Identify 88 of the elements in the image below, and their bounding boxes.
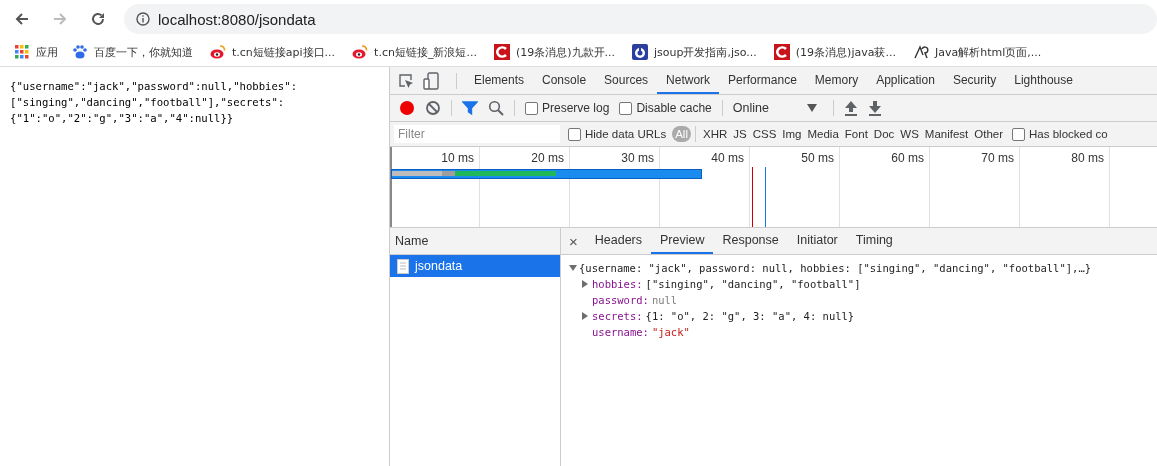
search-icon[interactable] [488, 100, 504, 116]
bookmark-link[interactable]: Java解析html页面,... [912, 44, 1042, 60]
device-icon[interactable] [423, 71, 439, 90]
bookmark-link[interactable]: t.cn短链接api接口... [210, 44, 336, 60]
close-button[interactable]: × [567, 228, 586, 254]
detail-tab[interactable]: Headers [585, 228, 651, 254]
bookmark-link[interactable]: (19条消息)java获... [773, 44, 896, 60]
property-value: "jack" [651, 326, 690, 338]
throttling-dropdown[interactable]: Online [732, 101, 823, 115]
type-filter-button[interactable]: CSS [749, 126, 780, 142]
time-tick-label: 20 ms [531, 151, 564, 165]
document-icon [397, 258, 409, 274]
filter-icon[interactable] [462, 100, 478, 116]
load-marker-line [752, 167, 753, 227]
type-filter-button[interactable]: WS [897, 126, 922, 142]
expanded-triangle-icon[interactable] [569, 264, 577, 272]
hide-data-urls-checkbox[interactable]: Hide data URLs [568, 127, 667, 141]
c-logo-icon [773, 44, 790, 60]
time-tick-label: 70 ms [981, 151, 1014, 165]
clear-icon[interactable] [425, 100, 441, 116]
devtools-tab[interactable]: Lighthouse [1005, 67, 1082, 94]
type-filter-button[interactable]: Media [804, 126, 842, 142]
json-summary: {username: "jack", password: null, hobbies: ["singing", "dancing", "football"],…} [579, 262, 1092, 274]
c-logo-icon [493, 44, 510, 60]
bookmark-link[interactable]: 百度一下，你就知道 [72, 44, 193, 60]
devtools-tab[interactable]: Console [533, 67, 596, 94]
preserve-log-checkbox[interactable]: Preserve log [525, 101, 610, 115]
column-header: Name [390, 228, 560, 255]
address-bar[interactable]: localhost:8080/jsondata [124, 4, 1157, 34]
apps-grid-icon [14, 44, 30, 60]
time-tick-label: 60 ms [891, 151, 924, 165]
property-value: {1: "o", 2: "g", 3: "a", 4: null} [645, 310, 855, 322]
time-tick-label: 10 ms [441, 151, 474, 165]
devtools-tab[interactable]: Application [867, 67, 944, 94]
info-icon [136, 12, 150, 26]
json-text-line: ["singing","dancing","football"],"secrets": [10, 95, 286, 110]
back-button[interactable] [14, 11, 30, 27]
property-key: username: [592, 326, 649, 338]
weibo-eye-icon [210, 44, 226, 60]
detail-tab[interactable]: Response [713, 228, 788, 254]
type-filter-button[interactable]: XHR [699, 126, 731, 142]
json-text-line: {"1":"o","2":"g","3":"a","4":null}} [10, 111, 235, 126]
sketch-glyph-icon [912, 44, 929, 60]
type-filter-button[interactable]: Other [971, 126, 1007, 142]
record-button[interactable] [399, 100, 415, 116]
property-key: secrets: [592, 310, 643, 322]
property-key: password: [592, 294, 649, 306]
time-tick-label: 80 ms [1071, 151, 1104, 165]
property-value: ["singing", "dancing", "football"] [645, 278, 861, 290]
devtools-tab[interactable]: Memory [805, 67, 868, 94]
url-text: localhost:8080/jsondata [158, 10, 316, 28]
property-value: null [651, 294, 678, 306]
paw-icon [72, 44, 88, 60]
request-row[interactable]: jsondata [390, 255, 560, 277]
type-filter-button[interactable]: Doc [870, 126, 898, 142]
collapsed-triangle-icon[interactable] [581, 312, 589, 320]
detail-tab[interactable]: Initiator [787, 228, 847, 254]
type-filter-button[interactable]: JS [730, 126, 750, 142]
devtools-tab[interactable]: Security [943, 67, 1006, 94]
devtools-tab[interactable]: Sources [595, 67, 658, 94]
reload-button[interactable] [90, 11, 106, 27]
json-text-line: {"username":"jack","password":null,"hobbies": [10, 79, 298, 94]
circle-logo-icon [632, 44, 648, 60]
dropdown-caret-icon [806, 104, 817, 112]
detail-tab[interactable]: Preview [651, 228, 714, 254]
bookmark-link[interactable]: t.cn短链接_新浪短... [352, 44, 477, 60]
dom-marker-line [765, 167, 766, 227]
detail-tab[interactable]: Timing [846, 228, 902, 254]
devtools-tab[interactable]: Performance [719, 67, 806, 94]
filter-field[interactable]: Filter [394, 125, 560, 143]
collapsed-triangle-icon[interactable] [581, 280, 589, 288]
bookmark-link[interactable]: 应用 [14, 44, 58, 60]
download-icon[interactable] [867, 100, 882, 116]
disable-cache-checkbox[interactable]: Disable cache [619, 101, 712, 115]
time-tick-label: 30 ms [621, 151, 654, 165]
inspect-icon[interactable] [398, 72, 414, 89]
type-filter-button[interactable]: Font [841, 126, 871, 142]
bookmark-link[interactable]: jsoup开发指南,jso... [632, 44, 757, 60]
property-key: hobbies: [592, 278, 643, 290]
bookmark-link[interactable]: (19条消息)九款开... [493, 44, 615, 60]
type-filter-button[interactable]: Img [779, 126, 805, 142]
type-filter-button[interactable]: Manifest [921, 126, 972, 142]
time-tick-label: 50 ms [801, 151, 834, 165]
upload-icon[interactable] [843, 100, 858, 116]
weibo-eye-icon [352, 44, 369, 60]
time-tick-label: 40 ms [711, 151, 744, 165]
devtools-tab[interactable]: Elements [465, 67, 534, 94]
has-blocked-checkbox[interactable]: Has blocked co [1012, 127, 1108, 141]
